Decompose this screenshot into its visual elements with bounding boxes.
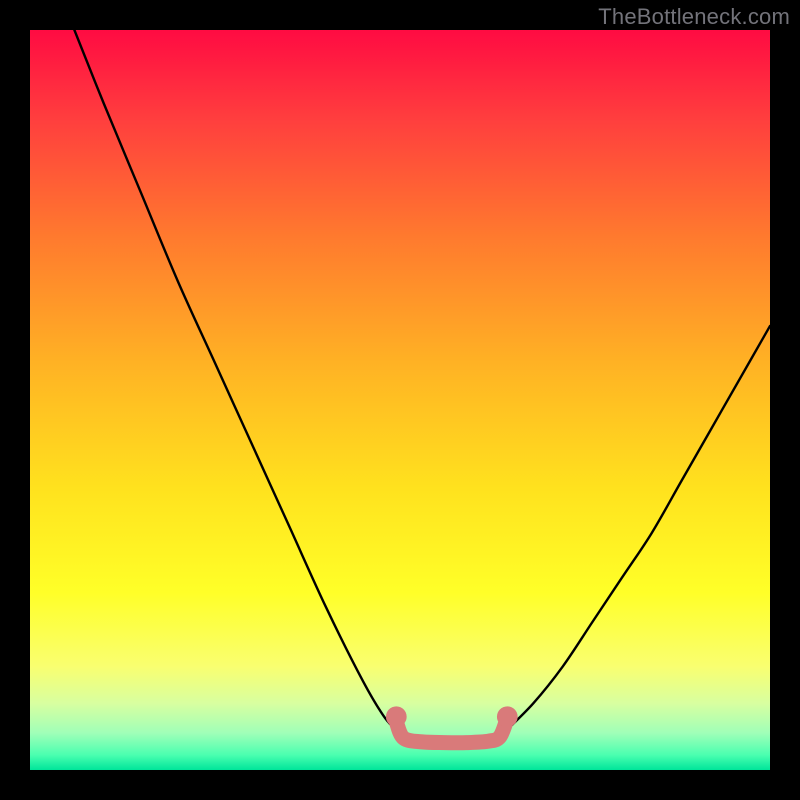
bottom-band [396,718,507,743]
gradient-plot-area [30,30,770,770]
right-dot [497,706,518,727]
left-curve [74,30,400,733]
watermark-text: TheBottleneck.com [598,4,790,30]
left-dot [386,706,407,727]
right-curve [504,326,770,733]
chart-svg [30,30,770,770]
